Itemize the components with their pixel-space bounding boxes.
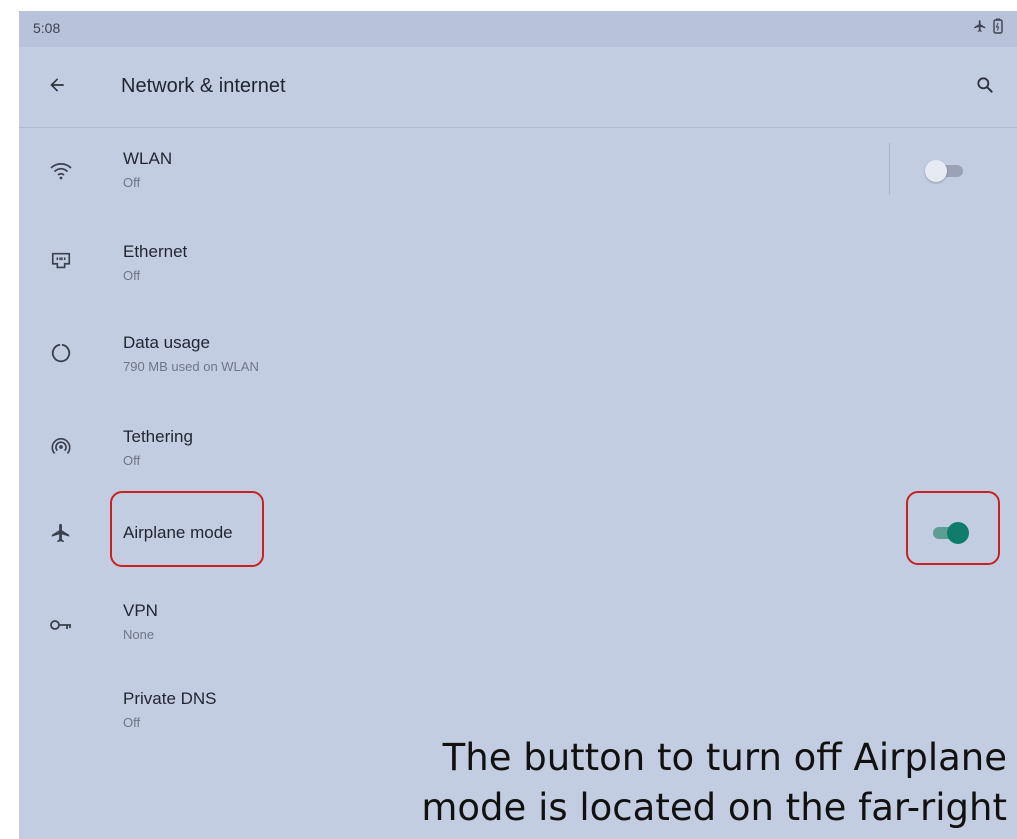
wlan-title: WLAN bbox=[123, 149, 173, 168]
back-button[interactable] bbox=[39, 69, 75, 105]
app-bar: Network & internet bbox=[19, 47, 1017, 128]
airplane-mode-toggle-highlight bbox=[906, 491, 1000, 565]
status-bar: 5:08 bbox=[19, 11, 1017, 47]
vpn-title: VPN bbox=[123, 601, 158, 620]
wlan-divider bbox=[889, 143, 890, 195]
status-time: 5:08 bbox=[33, 20, 61, 36]
settings-item-wlan[interactable]: WLAN Off bbox=[19, 129, 1017, 213]
wlan-toggle[interactable] bbox=[925, 159, 965, 183]
android-screen: 5:08 Network & internet WLAN Off Etherne… bbox=[19, 11, 1017, 839]
page-title: Network & internet bbox=[121, 75, 286, 97]
settings-item-data-usage[interactable]: Data usage 790 MB used on WLAN bbox=[19, 313, 1017, 397]
search-button[interactable] bbox=[967, 69, 1003, 105]
tethering-title: Tethering bbox=[123, 427, 193, 446]
data-usage-icon bbox=[47, 339, 75, 367]
search-icon bbox=[975, 75, 995, 100]
vpn-key-icon bbox=[47, 611, 75, 639]
ethernet-title: Ethernet bbox=[123, 242, 188, 261]
data-usage-title: Data usage bbox=[123, 333, 210, 352]
airplane-icon bbox=[973, 19, 987, 38]
annotation-line-2: mode is located on the far-right bbox=[421, 786, 1007, 829]
tethering-status: Off bbox=[123, 453, 141, 468]
ethernet-status: Off bbox=[123, 268, 141, 283]
arrow-left-icon bbox=[47, 75, 67, 100]
wifi-icon bbox=[47, 157, 75, 185]
battery-icon bbox=[993, 18, 1003, 39]
airplane-mode-label-highlight bbox=[110, 491, 264, 567]
settings-item-ethernet[interactable]: Ethernet Off bbox=[19, 221, 1017, 305]
airplane-icon bbox=[47, 519, 75, 547]
settings-item-tethering[interactable]: Tethering Off bbox=[19, 405, 1017, 489]
settings-item-airplane-mode[interactable]: Airplane mode bbox=[19, 491, 1017, 575]
private-dns-title: Private DNS bbox=[123, 689, 217, 708]
hotspot-icon bbox=[47, 433, 75, 461]
status-icons bbox=[973, 18, 1003, 39]
annotation-line-1: The button to turn off Airplane bbox=[442, 736, 1007, 779]
vpn-status: None bbox=[123, 627, 155, 642]
ethernet-icon bbox=[47, 247, 75, 275]
settings-item-vpn[interactable]: VPN None bbox=[19, 585, 1017, 669]
private-dns-status: Off bbox=[123, 715, 141, 730]
wlan-status: Off bbox=[123, 175, 141, 190]
data-usage-summary: 790 MB used on WLAN bbox=[123, 359, 259, 374]
annotation-caption: The button to turn off Airplane mode is … bbox=[421, 733, 1007, 833]
